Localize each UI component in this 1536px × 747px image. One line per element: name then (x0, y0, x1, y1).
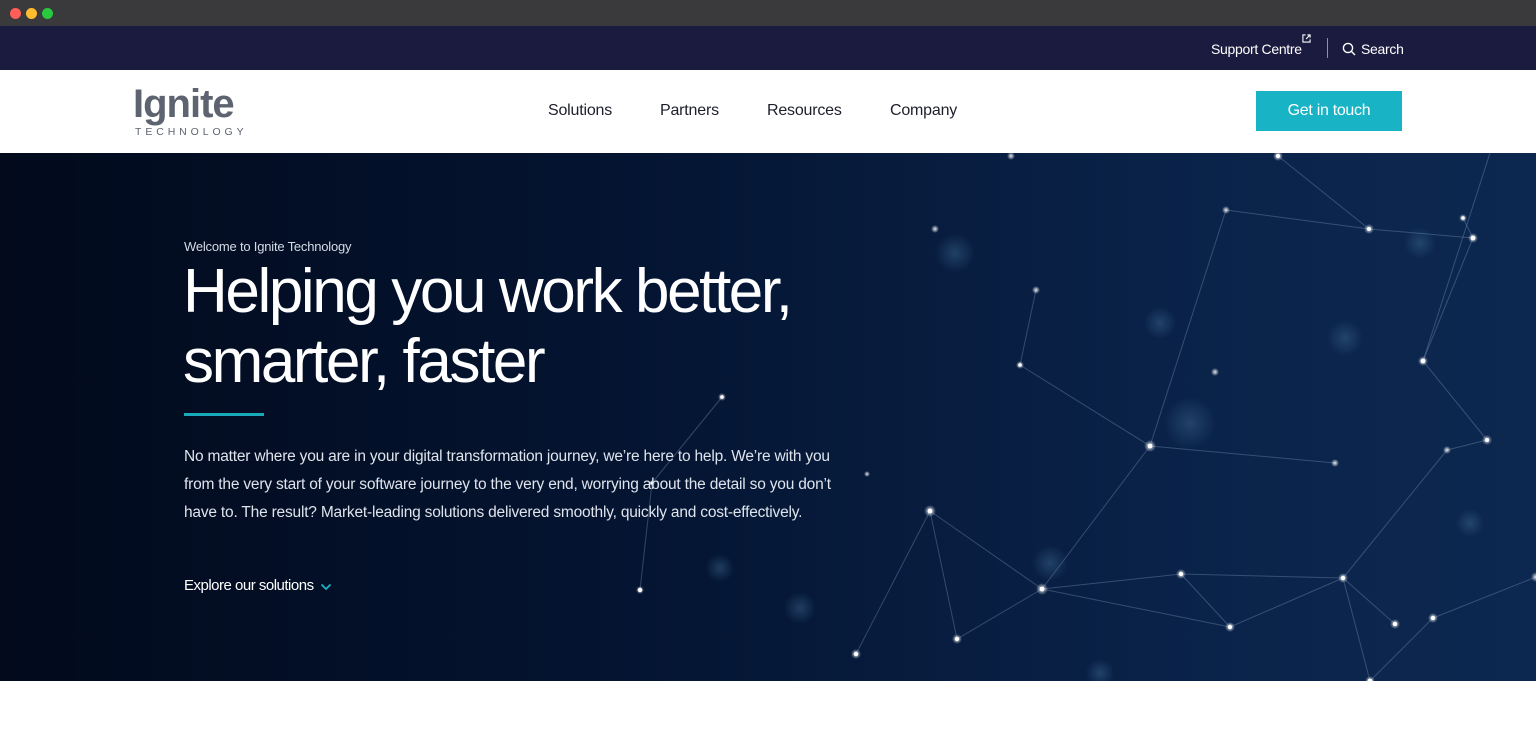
search-button[interactable]: Search (1342, 41, 1404, 57)
hero-title: Helping you work better, smarter, faster (183, 257, 793, 396)
nav-item-resources[interactable]: Resources (767, 102, 842, 120)
external-link-icon (1302, 34, 1311, 43)
get-in-touch-button[interactable]: Get in touch (1256, 91, 1402, 131)
browser-window-bar (0, 0, 1536, 26)
utility-bar: Support Centre Search (0, 26, 1536, 70)
window-close-button[interactable] (10, 8, 21, 19)
support-centre-link[interactable]: Support Centre (1211, 41, 1302, 57)
ignite-technology-logo[interactable]: Ignite TECHNOLOGY (133, 82, 263, 142)
content-below-hero (0, 681, 1536, 747)
hero-body-text: No matter where you are in your digital … (184, 448, 831, 521)
nav-item-partners[interactable]: Partners (660, 102, 719, 120)
window-minimize-button[interactable] (26, 8, 37, 19)
hero-eyebrow: Welcome to Ignite Technology (184, 239, 352, 254)
window-maximize-button[interactable] (42, 8, 53, 19)
logo-wordmark: Ignite (133, 82, 235, 126)
utility-divider (1327, 38, 1328, 58)
hero-section: Welcome to Ignite Technology Helping you… (0, 153, 1536, 681)
logo-subtext: TECHNOLOGY (135, 126, 248, 138)
nav-item-solutions[interactable]: Solutions (548, 102, 612, 120)
search-label: Search (1361, 41, 1404, 57)
search-icon (1342, 42, 1356, 56)
chevron-down-icon (320, 583, 331, 591)
explore-solutions-link[interactable]: Explore our solutions (184, 577, 332, 594)
network-background-graphic (636, 153, 1536, 681)
main-navigation: Ignite TECHNOLOGY Solutions Partners Res… (0, 70, 1536, 153)
nav-item-company[interactable]: Company (890, 102, 957, 120)
hero-accent-rule (184, 413, 264, 416)
explore-solutions-label: Explore our solutions (184, 577, 314, 594)
